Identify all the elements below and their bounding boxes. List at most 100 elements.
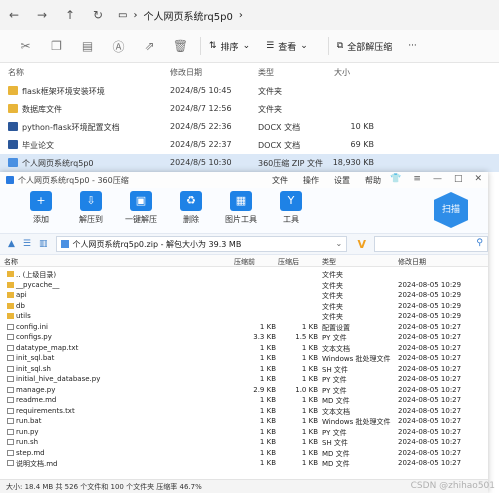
archive-entry-row[interactable]: .. (上级目录) 文件夹	[0, 269, 488, 280]
entry-date: 2024-08-05 10:27	[398, 448, 462, 457]
add-button[interactable]: + 添加	[16, 188, 66, 225]
v-dropdown-icon[interactable]: V	[353, 238, 370, 251]
explorer-file-row[interactable]: 数据库文件 2024/8/7 12:56 文件夹	[0, 100, 499, 118]
explorer-file-row[interactable]: python-flask环境配置文档 2024/8/5 22:36 DOCX 文档 1…	[0, 118, 499, 136]
entry-size-after: 1 KB	[301, 364, 318, 373]
archive-entry-row[interactable]: __pycache__ 文件夹 2024-08-05 10:29	[0, 280, 488, 291]
entry-type: MD 文件	[322, 397, 350, 405]
archive-entry-row[interactable]: initial_hive_database.py 1 KB 1 KB PY 文件 202…	[0, 374, 488, 385]
explorer-file-row[interactable]: flask框架环境安装环境 2024/8/5 10:45 文件夹	[0, 82, 499, 100]
explorer-file-row[interactable]: 个人网页系统rq5p0 2024/8/5 10:30 360压缩 ZIP 文件 18,…	[0, 154, 499, 172]
archive-entry-row[interactable]: configs.py 3.3 KB 1.5 KB PY 文件 2024-08-05 10…	[0, 332, 488, 343]
menu-operation[interactable]: 操作	[303, 175, 319, 186]
archive-entry-row[interactable]: api 文件夹 2024-08-05 10:29	[0, 290, 488, 301]
tools-button[interactable]: Y 工具	[266, 188, 316, 225]
archive-entry-row[interactable]: utils 文件夹 2024-08-05 10:29	[0, 311, 488, 322]
up-icon[interactable]: ↑	[56, 8, 84, 22]
menu-settings[interactable]: 设置	[334, 175, 350, 186]
tools-icon: Y	[280, 191, 302, 211]
copy-icon[interactable]: ❐	[41, 39, 72, 53]
column-after[interactable]: 压缩后	[278, 257, 299, 267]
archive-entry-row[interactable]: datatype_map.txt 1 KB 1 KB 文本文档 2024-08-05 1…	[0, 343, 488, 354]
entry-type: PY 文件	[322, 376, 347, 384]
entry-date: 2024-08-05 10:27	[398, 364, 462, 373]
detail-view-icon[interactable]: ▥	[39, 239, 48, 249]
archive-entry-row[interactable]: 说明文档.md 1 KB 1 KB MD 文件 2024-08-05 10:27	[0, 458, 488, 469]
refresh-icon[interactable]: ↻	[84, 8, 112, 22]
column-name[interactable]: 名称	[4, 257, 18, 267]
archive-entry-row[interactable]: requirements.txt 1 KB 1 KB 文本文档 2024-08-05 1…	[0, 406, 488, 417]
menu-help[interactable]: 帮助	[365, 175, 381, 186]
column-type[interactable]: 类型	[322, 257, 336, 267]
column-name[interactable]: 名称	[8, 67, 24, 78]
archive-path-field[interactable]: 个人网页系统rq5p0.zip - 解包大小为 39.3 MB ⌄	[55, 236, 348, 252]
menu-icon[interactable]: ≡	[413, 174, 421, 184]
share-icon[interactable]: ⇗	[134, 39, 165, 53]
archive-entry-row[interactable]: run.py 1 KB 1 KB PY 文件 2024-08-05 10:27	[0, 427, 488, 438]
file-name: 毕业论文	[22, 141, 54, 150]
entry-date: 2024-08-05 10:27	[398, 459, 462, 467]
skin-icon[interactable]: 👕	[390, 174, 401, 184]
entry-size-after: 1 KB	[301, 354, 318, 362]
chevron-down-icon[interactable]: ⌄	[335, 239, 342, 248]
archive-entry-row[interactable]: db 文件夹 2024-08-05 10:29	[0, 301, 488, 312]
quick-extract-label: 一键解压	[125, 215, 157, 224]
column-date[interactable]: 修改日期	[170, 67, 202, 78]
delete-button[interactable]: ♻ 删除	[166, 188, 216, 225]
entry-name: readme.md	[16, 396, 57, 404]
zip-menu-bar: 文件 操作 设置 帮助	[272, 175, 381, 186]
toolbar-divider	[200, 37, 201, 55]
entry-type: PY 文件	[322, 428, 347, 437]
chevron-right-icon: ›	[133, 9, 138, 21]
maximize-icon[interactable]: □	[454, 174, 463, 184]
view-button[interactable]: ☰ 查看 ⌄	[266, 40, 308, 53]
explorer-nav-bar: ← → ↑ ↻ ▭ › 个人网页系统rq5p0 ›	[0, 0, 499, 30]
entry-type: 文件夹	[322, 313, 343, 321]
list-view-icon[interactable]: ☰	[23, 239, 31, 249]
image-tool-button[interactable]: ▦ 图片工具	[216, 188, 266, 225]
archive-entry-row[interactable]: readme.md 1 KB 1 KB MD 文件 2024-08-05 10:27	[0, 395, 488, 406]
archive-entry-row[interactable]: run.bat 1 KB 1 KB Windows 批处理文件 2024-08-05 1…	[0, 416, 488, 427]
close-icon[interactable]: ✕	[474, 174, 482, 184]
search-icon[interactable]: ⚲	[476, 238, 483, 248]
column-date[interactable]: 修改日期	[398, 257, 426, 267]
entry-date: 2024-08-05 10:27	[398, 406, 462, 415]
rename-icon[interactable]: Ⓐ	[103, 38, 134, 55]
explorer-file-row[interactable]: 毕业论文 2024/8/5 22:37 DOCX 文档 69 KB	[0, 136, 499, 154]
back-icon[interactable]: ←	[0, 8, 28, 22]
archive-entry-row[interactable]: init_sql.sh 1 KB 1 KB SH 文件 2024-08-05 10:27	[0, 364, 488, 375]
more-button[interactable]: ···	[408, 41, 417, 51]
archive-entry-row[interactable]: run.sh 1 KB 1 KB SH 文件 2024-08-05 10:27	[0, 437, 488, 448]
archive-entry-row[interactable]: config.ini 1 KB 1 KB 配置设置 2024-08-05 10:27	[0, 322, 488, 333]
folder-icon	[7, 313, 14, 319]
breadcrumb[interactable]: ▭ › 个人网页系统rq5p0 ›	[118, 8, 243, 23]
extract-to-icon: ⇩	[80, 191, 102, 211]
file-date: 2024/8/5 22:37	[170, 140, 232, 149]
view-label: 查看	[278, 42, 297, 53]
column-type[interactable]: 类型	[258, 67, 274, 78]
delete-icon: ♻	[180, 191, 202, 211]
cut-icon[interactable]: ✂	[10, 39, 41, 53]
extract-all-button[interactable]: ⧉ 全部解压缩	[337, 40, 392, 53]
menu-file[interactable]: 文件	[272, 175, 288, 186]
minimize-icon[interactable]: —	[433, 174, 442, 184]
archive-entry-row[interactable]: manage.py 2.9 KB 1.0 KB PY 文件 2024-08-05 10:…	[0, 385, 488, 396]
breadcrumb-current[interactable]: 个人网页系统rq5p0	[143, 8, 232, 23]
extract-to-button[interactable]: ⇩ 解压到	[66, 188, 116, 225]
search-input[interactable]: ⚲	[374, 236, 489, 252]
quick-extract-button[interactable]: ▣ 一键解压	[116, 188, 166, 225]
file-type: 文件夹	[258, 87, 282, 96]
up-arrow-icon[interactable]: ▲	[8, 239, 15, 249]
column-before[interactable]: 压缩前	[234, 257, 255, 267]
sort-button[interactable]: ⇅ 排序 ⌄	[209, 40, 250, 53]
entry-size-before: 1 KB	[259, 417, 276, 425]
archive-entry-row[interactable]: step.md 1 KB 1 KB MD 文件 2024-08-05 10:27	[0, 448, 488, 459]
forward-icon[interactable]: →	[28, 8, 56, 22]
file-icon	[7, 407, 14, 414]
archive-entry-row[interactable]: init_sql.bat 1 KB 1 KB Windows 批处理文件 2024-08…	[0, 353, 488, 364]
file-icon	[7, 449, 14, 456]
delete-icon[interactable]: 🗑	[165, 39, 196, 53]
scan-button[interactable]: 扫描	[434, 192, 468, 228]
column-size[interactable]: 大小	[334, 67, 350, 78]
paste-icon[interactable]: ▤	[72, 39, 103, 53]
